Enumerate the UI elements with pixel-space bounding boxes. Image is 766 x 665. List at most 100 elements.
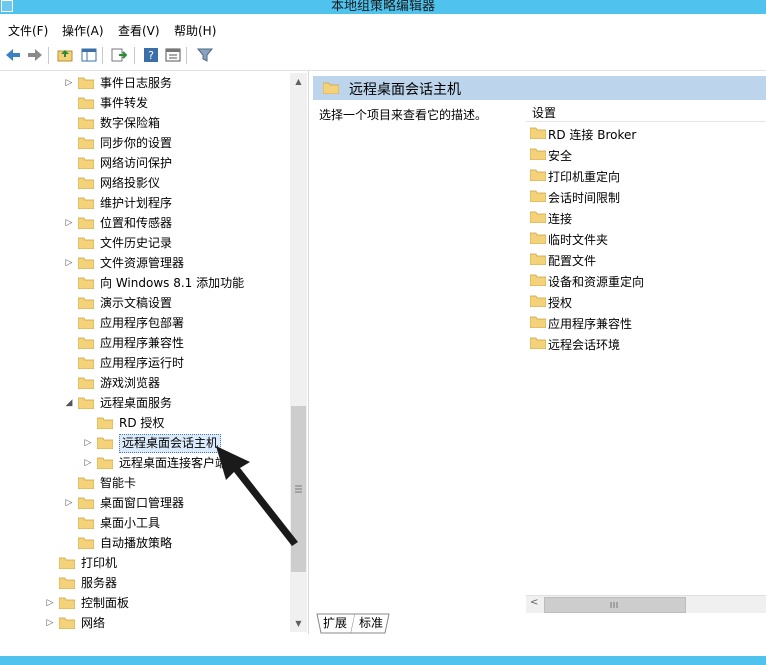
tree-item[interactable]: 网络投影仪 [0, 173, 288, 193]
tree-item[interactable]: ▷ 位置和传感器 [0, 213, 288, 233]
settings-item-label: 配置文件 [548, 254, 597, 268]
toolbar-separator [102, 47, 103, 64]
tree-item[interactable]: 应用程序运行时 [0, 353, 288, 373]
expander-icon[interactable]: ▷ [45, 593, 55, 613]
tree-item[interactable]: 文件历史记录 [0, 233, 288, 253]
tree-item[interactable]: ▷ 控制面板 [0, 593, 288, 613]
folder-icon [78, 257, 94, 269]
export-list-icon[interactable] [110, 46, 128, 64]
tree-item-label: 自动播放策略 [100, 536, 173, 550]
settings-item-label: RD 连接 Broker [548, 128, 637, 142]
tree-item-label: 远程桌面服务 [100, 396, 173, 410]
settings-item-label: 设备和资源重定向 [548, 275, 645, 289]
tree-item-label: 网络投影仪 [100, 176, 161, 190]
tree-item[interactable]: 应用程序兼容性 [0, 333, 288, 353]
folder-icon [78, 297, 94, 309]
tree-item-label: 桌面小工具 [100, 516, 161, 530]
folder-icon [78, 317, 94, 329]
hscroll-thumb[interactable] [544, 597, 686, 613]
folder-icon [78, 137, 94, 149]
tree-item[interactable]: ▷ 文件资源管理器 [0, 253, 288, 273]
folder-icon [530, 190, 546, 202]
menu-file[interactable]: 文件(F) [8, 22, 48, 39]
help-icon[interactable]: ? [142, 46, 160, 64]
settings-list-item[interactable]: 安全 [528, 144, 758, 165]
settings-list-item[interactable]: RD 连接 Broker [528, 123, 758, 144]
expander-icon[interactable]: ▷ [64, 253, 74, 273]
tree-item[interactable]: 打印机 [0, 553, 288, 573]
tree-item-label: 智能卡 [100, 476, 137, 490]
tree-item[interactable]: 网络访问保护 [0, 153, 288, 173]
settings-item-label: 临时文件夹 [548, 233, 609, 247]
menu-bar: 文件(F) 操作(A) 查看(V) 帮助(H) [0, 14, 766, 42]
settings-column-header[interactable]: 设置 [526, 101, 766, 122]
menu-action[interactable]: 操作(A) [62, 22, 104, 39]
tree-item[interactable]: ◢ 远程桌面服务 [0, 393, 288, 413]
tree-item-label: 文件历史记录 [100, 236, 173, 250]
tree-item-label: 服务器 [81, 576, 118, 590]
expander-icon[interactable]: ▷ [83, 433, 93, 453]
settings-list-item[interactable]: 应用程序兼容性 [528, 312, 758, 333]
scroll-up-icon[interactable]: ▲ [290, 73, 307, 90]
properties-icon[interactable] [164, 46, 182, 64]
tree-item-label: 网络访问保护 [100, 156, 173, 170]
settings-list-item[interactable]: 授权 [528, 291, 758, 312]
settings-item-label: 应用程序兼容性 [548, 317, 633, 331]
filter-icon[interactable] [196, 46, 214, 64]
settings-list-item[interactable]: 连接 [528, 207, 758, 228]
toolbar-separator [48, 47, 49, 64]
folder-icon [59, 617, 75, 629]
tree-item[interactable]: 演示文稿设置 [0, 293, 288, 313]
expander-icon[interactable]: ▷ [83, 453, 93, 473]
settings-list-item[interactable]: 会话时间限制 [528, 186, 758, 207]
tree-item[interactable]: 向 Windows 8.1 添加功能 [0, 273, 288, 293]
folder-icon [78, 537, 94, 549]
menu-view[interactable]: 查看(V) [118, 22, 160, 39]
settings-list-item[interactable]: 临时文件夹 [528, 228, 758, 249]
settings-item-label: 远程会话环境 [548, 338, 621, 352]
tree-item[interactable]: 应用程序包部署 [0, 313, 288, 333]
tree-item[interactable]: 数字保险箱 [0, 113, 288, 133]
list-hscrollbar[interactable]: < [526, 595, 766, 613]
folder-icon [530, 127, 546, 139]
up-folder-icon[interactable] [56, 46, 74, 64]
settings-item-label: 授权 [548, 296, 573, 310]
forward-icon[interactable] [26, 46, 44, 64]
scroll-left-icon[interactable]: < [530, 597, 538, 608]
tab-extended[interactable]: 扩展 [319, 614, 351, 632]
expander-icon[interactable]: ▷ [64, 493, 74, 513]
tree-item[interactable]: 维护计划程序 [0, 193, 288, 213]
tree-item-label: 远程桌面会话主机 [119, 434, 222, 453]
back-icon[interactable] [4, 46, 22, 64]
details-title: 远程桌面会话主机 [349, 82, 461, 98]
expander-icon[interactable]: ▷ [64, 73, 74, 93]
tree-item[interactable]: ▷ 网络 [0, 613, 288, 633]
scroll-down-icon[interactable]: ▼ [290, 615, 307, 632]
expander-icon[interactable]: ▷ [64, 213, 74, 233]
folder-icon [530, 274, 546, 286]
show-hide-tree-icon[interactable] [80, 46, 98, 64]
settings-list-item[interactable]: 远程会话环境 [528, 333, 758, 354]
menu-help[interactable]: 帮助(H) [174, 22, 216, 39]
expander-icon[interactable]: ▷ [45, 613, 55, 633]
tree-item-label: 打印机 [81, 556, 118, 570]
tree-item[interactable]: RD 授权 [0, 413, 288, 433]
tree-item[interactable]: 游戏浏览器 [0, 373, 288, 393]
tree-item[interactable]: 同步你的设置 [0, 133, 288, 153]
folder-icon [97, 417, 113, 429]
expander-icon[interactable]: ◢ [64, 393, 74, 413]
settings-list-item[interactable]: 配置文件 [528, 249, 758, 270]
folder-icon [530, 232, 546, 244]
tree-item-label: 文件资源管理器 [100, 256, 185, 270]
tree-item-label: 维护计划程序 [100, 196, 173, 210]
tree-item-label: 数字保险箱 [100, 116, 161, 130]
tab-standard[interactable]: 标准 [355, 614, 387, 632]
toolbar-separator [186, 47, 187, 64]
settings-item-label: 安全 [548, 149, 573, 163]
settings-list-item[interactable]: 设备和资源重定向 [528, 270, 758, 291]
settings-list-item[interactable]: 打印机重定向 [528, 165, 758, 186]
tree-item[interactable]: 事件转发 [0, 93, 288, 113]
folder-icon [78, 397, 94, 409]
tree-item[interactable]: ▷ 事件日志服务 [0, 73, 288, 93]
tree-item[interactable]: 服务器 [0, 573, 288, 593]
